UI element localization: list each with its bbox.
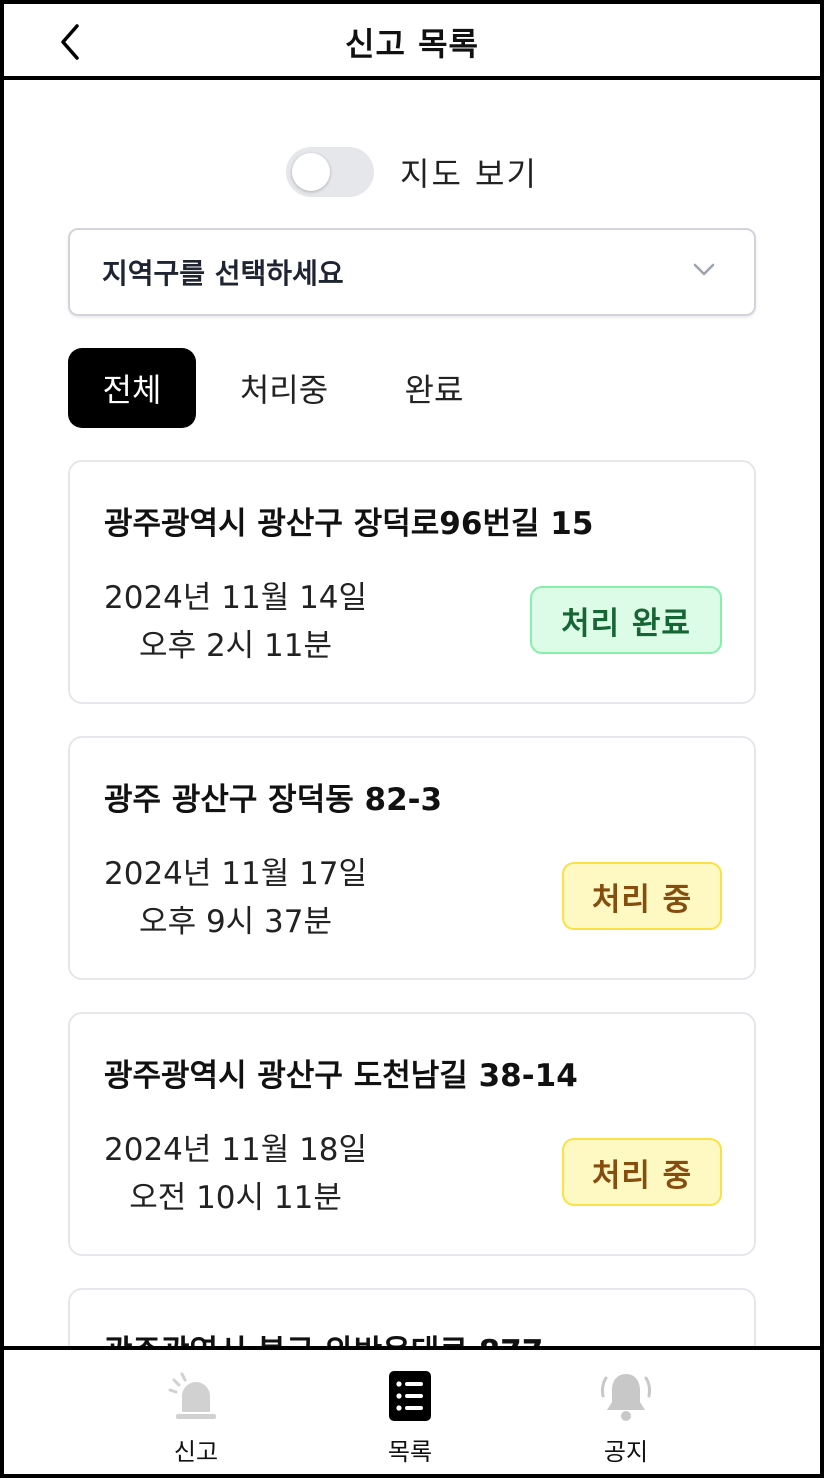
map-toggle-label: 지도 보기	[400, 155, 538, 193]
siren-icon	[168, 1368, 224, 1424]
nav-label-list: 목록	[387, 1438, 433, 1466]
report-address: 광주광역시 광산구 도천남길 38-14	[104, 1058, 578, 1094]
nav-item-list[interactable]: 목록	[340, 1358, 480, 1468]
report-date: 2024년 11월 14일 오후 2시 11분	[104, 574, 367, 670]
district-select[interactable]: 지역구를 선택하세요	[68, 228, 756, 316]
nav-item-notice[interactable]: 공지	[556, 1358, 696, 1468]
report-date-day: 2024년 11월 14일	[104, 580, 368, 616]
status-tabs: 전체 처리중 완료	[68, 348, 496, 428]
report-date-day: 2024년 11월 17일	[104, 856, 368, 892]
report-address: 광주 광산구 장덕동 82-3	[104, 782, 443, 818]
report-address: 광주광역시 광산구 장덕로96번길 15	[104, 506, 594, 542]
nav-label-report: 신고	[173, 1438, 219, 1466]
report-date-time: 오전 10시 11분	[129, 1180, 342, 1216]
header-bar: 신고 목록	[4, 4, 820, 80]
chevron-left-icon	[61, 24, 79, 60]
app-screen: 신고 목록 지도 보기 지역구를 선택하세요 전체 처리중 완료 광주광역시 광…	[4, 4, 820, 1474]
report-date-time: 오후 9시 37분	[139, 904, 333, 940]
report-date: 2024년 11월 17일 오후 9시 37분	[104, 850, 367, 946]
toggle-knob	[292, 153, 330, 191]
district-select-value: 지역구를 선택하세요	[102, 257, 344, 290]
page-title: 신고 목록	[345, 25, 479, 63]
nav-item-report[interactable]: 신고	[126, 1358, 266, 1468]
status-badge: 처리 중	[562, 1138, 722, 1206]
report-card[interactable]: 광주 광산구 장덕동 82-3 2024년 11월 17일 오후 9시 37분 …	[68, 736, 756, 980]
tab-all[interactable]: 전체	[68, 348, 196, 428]
report-date: 2024년 11월 18일 오전 10시 11분	[104, 1126, 367, 1222]
report-date-time: 오후 2시 11분	[139, 628, 333, 664]
tab-completed[interactable]: 완료	[372, 348, 496, 428]
chevron-down-icon	[693, 263, 715, 276]
report-date-day: 2024년 11월 18일	[104, 1132, 368, 1168]
report-card[interactable]: 광주광역시 광산구 장덕로96번길 15 2024년 11월 14일 오후 2시…	[68, 460, 756, 704]
map-view-toggle[interactable]	[286, 147, 374, 197]
status-badge: 처리 완료	[530, 586, 722, 654]
back-button[interactable]	[52, 20, 88, 64]
status-badge: 처리 중	[562, 862, 722, 930]
nav-label-notice: 공지	[603, 1438, 649, 1466]
report-card[interactable]: 광주광역시 광산구 도천남길 38-14 2024년 11월 18일 오전 10…	[68, 1012, 756, 1256]
tab-in-progress[interactable]: 처리중	[196, 348, 372, 428]
bell-icon	[598, 1368, 654, 1424]
map-toggle-row: 지도 보기	[286, 146, 538, 198]
bottom-nav: 신고 목록 공지	[4, 1346, 820, 1474]
list-icon	[382, 1368, 438, 1424]
